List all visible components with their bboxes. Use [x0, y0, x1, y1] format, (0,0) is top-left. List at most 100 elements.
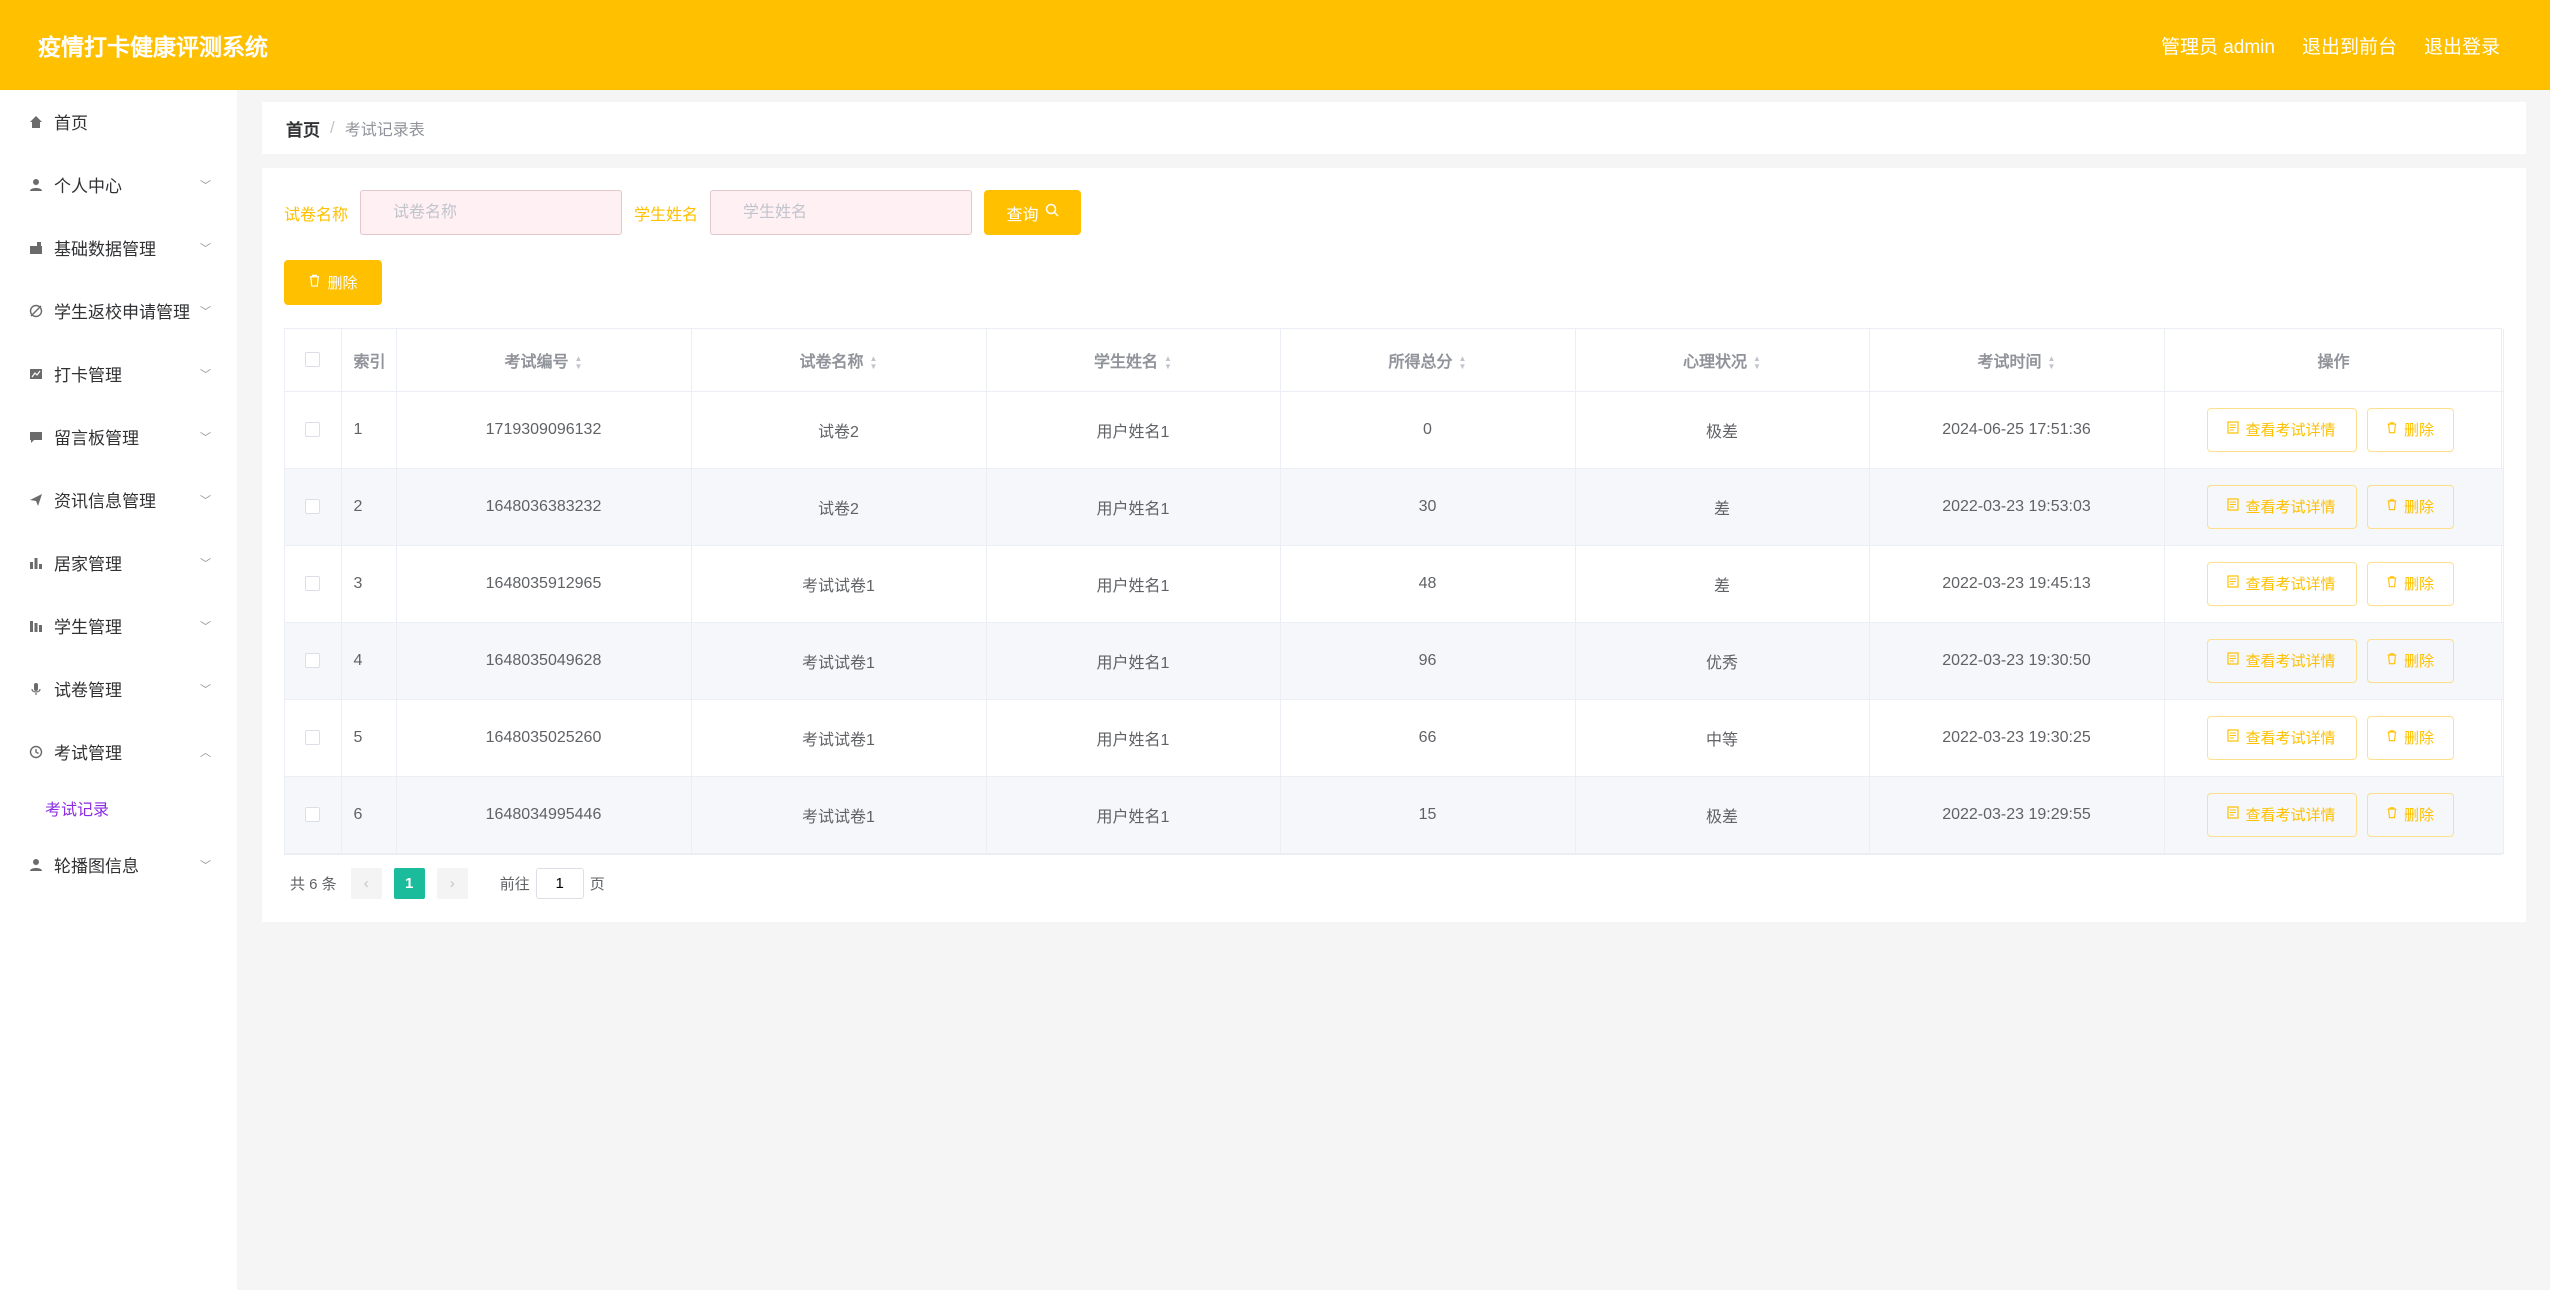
cell-paper-name: 考试试卷1 — [691, 622, 987, 700]
row-delete-button[interactable]: 删除 — [2366, 638, 2454, 683]
cell-exam-no: 1648035912965 — [396, 545, 692, 623]
sort-icon[interactable]: ▲ ▼ — [1753, 354, 1761, 371]
row-checkbox[interactable] — [305, 729, 321, 745]
chevron-down-icon: ﹀ — [200, 859, 211, 872]
view-label: 查看考试详情 — [2245, 576, 2336, 593]
sidebar-item-home[interactable]: 首页 — [0, 90, 237, 153]
sidebar-item-students[interactable]: 学生管理 ﹀ — [0, 594, 237, 657]
breadcrumb-home[interactable]: 首页 — [286, 116, 320, 141]
sidebar-item-home-quarantine[interactable]: 居家管理 ﹀ — [0, 531, 237, 594]
sort-icon[interactable]: ▲ ▼ — [2048, 354, 2056, 371]
sidebar-item-label: 个人中心 — [54, 177, 122, 196]
sort-icon[interactable]: ▲ ▼ — [1459, 354, 1467, 371]
chevron-down-icon: ﹀ — [200, 431, 211, 444]
paper-name-input[interactable] — [360, 190, 623, 235]
bar-chart-icon — [28, 555, 44, 571]
cell-exam-no: 1719309096132 — [396, 391, 692, 469]
sort-icon[interactable]: ▲ ▼ — [1164, 354, 1172, 371]
chevron-down-icon: ﹀ — [200, 620, 211, 633]
row-select-cell — [285, 699, 342, 777]
row-delete-button[interactable]: 删除 — [2366, 407, 2454, 452]
trash-icon — [308, 274, 321, 291]
cell-index: 5 — [341, 699, 397, 777]
header-score[interactable]: 所得总分 ▲ ▼ — [1280, 329, 1576, 392]
cell-index: 3 — [341, 545, 397, 623]
view-exam-detail-button[interactable]: 查看考试详情 — [2206, 561, 2357, 606]
header-exam-no[interactable]: 考试编号 ▲ ▼ — [396, 329, 692, 392]
next-page-button[interactable]: › — [436, 868, 468, 899]
sidebar-item-personal[interactable]: 个人中心 ﹀ — [0, 153, 237, 216]
sidebar-item-checkin[interactable]: 打卡管理 ﹀ — [0, 342, 237, 405]
cell-exam-no: 1648035025260 — [396, 699, 692, 777]
query-label: 查询 — [1006, 206, 1039, 224]
row-delete-button[interactable]: 删除 — [2366, 792, 2454, 837]
to-front-link[interactable]: 退出到前台 — [2302, 32, 2397, 59]
sidebar-item-papers[interactable]: 试卷管理 ﹀ — [0, 657, 237, 720]
sort-icon[interactable]: ▲ ▼ — [870, 354, 878, 371]
sidebar-item-label: 考试管理 — [54, 744, 122, 763]
table-row: 5 1648035025260 考试试卷1 用户姓名1 66 中等 2022-03-23 1… — [285, 699, 2504, 777]
view-label: 查看考试详情 — [2245, 653, 2336, 670]
clock-icon — [28, 744, 44, 760]
cell-student-name: 用户姓名1 — [986, 622, 1281, 700]
sort-icon[interactable]: ▲ ▼ — [575, 354, 583, 371]
view-exam-detail-button[interactable]: 查看考试详情 — [2206, 792, 2357, 837]
delete-label: 删除 — [2403, 807, 2434, 824]
document-icon — [2227, 652, 2240, 669]
cell-index: 1 — [341, 391, 397, 469]
goto-page-input[interactable] — [535, 868, 584, 899]
row-select-cell — [285, 622, 342, 700]
view-exam-detail-button[interactable]: 查看考试详情 — [2206, 407, 2357, 452]
view-exam-detail-button[interactable]: 查看考试详情 — [2206, 484, 2357, 529]
row-checkbox[interactable] — [305, 575, 321, 591]
cell-score: 30 — [1280, 468, 1576, 546]
header-ops: 操作 — [2164, 329, 2504, 392]
delete-label: 删除 — [2403, 422, 2434, 439]
query-button[interactable]: 查询 — [984, 190, 1082, 235]
header-paper-name[interactable]: 试卷名称 ▲ ▼ — [691, 329, 987, 392]
document-icon — [2227, 575, 2240, 592]
cell-score: 48 — [1280, 545, 1576, 623]
row-delete-button[interactable]: 删除 — [2366, 561, 2454, 606]
breadcrumb-current: 考试记录表 — [344, 122, 425, 139]
student-name-input[interactable] — [710, 190, 973, 235]
header-exam-time[interactable]: 考试时间 ▲ ▼ — [1869, 329, 2165, 392]
content-card: 试卷名称 学生姓名 查询 删除 索引 考试编号▲▼ 试卷名称▲▼ 学生姓名▲▼ — [262, 168, 2526, 922]
select-all-checkbox[interactable] — [305, 352, 321, 368]
prev-page-button[interactable]: ‹ — [350, 868, 382, 899]
page-number-current[interactable]: 1 — [393, 868, 425, 899]
view-label: 查看考试详情 — [2245, 499, 2336, 516]
row-checkbox[interactable] — [305, 498, 321, 514]
search-icon — [1045, 203, 1059, 222]
row-delete-button[interactable]: 删除 — [2366, 715, 2454, 760]
row-delete-button[interactable]: 删除 — [2366, 484, 2454, 529]
header-student-name[interactable]: 学生姓名 ▲ ▼ — [986, 329, 1281, 392]
view-exam-detail-button[interactable]: 查看考试详情 — [2206, 638, 2357, 683]
sidebar-item-basic-data[interactable]: 基础数据管理 ﹀ — [0, 216, 237, 279]
row-checkbox[interactable] — [305, 806, 321, 822]
trash-icon — [2386, 421, 2398, 438]
send-icon — [28, 492, 44, 508]
header-mental[interactable]: 心理状况 ▲ ▼ — [1575, 329, 1870, 392]
student-name-label: 学生姓名 — [634, 206, 699, 224]
view-label: 查看考试详情 — [2245, 807, 2336, 824]
sidebar-item-message-board[interactable]: 留言板管理 ﹀ — [0, 405, 237, 468]
batch-delete-button[interactable]: 删除 — [284, 260, 382, 305]
row-checkbox[interactable] — [305, 421, 321, 437]
sidebar-item-return-apply[interactable]: 学生返校申请管理 ﹀ — [0, 279, 237, 342]
mic-icon — [28, 681, 44, 697]
cell-mental: 差 — [1575, 468, 1870, 546]
cell-paper-name: 试卷2 — [691, 391, 987, 469]
trash-icon — [2386, 729, 2398, 746]
logout-link[interactable]: 退出登录 — [2424, 32, 2500, 59]
sidebar-item-news[interactable]: 资讯信息管理 ﹀ — [0, 468, 237, 531]
paper-name-label: 试卷名称 — [284, 206, 349, 224]
cell-paper-name: 考试试卷1 — [691, 776, 987, 854]
sidebar-item-exams[interactable]: 考试管理 ︿ — [0, 720, 237, 783]
view-exam-detail-button[interactable]: 查看考试详情 — [2206, 715, 2357, 760]
row-checkbox[interactable] — [305, 652, 321, 668]
sidebar-item-carousel[interactable]: 轮播图信息 ﹀ — [0, 833, 237, 896]
sidebar-subitem-exam-records[interactable]: 考试记录 — [0, 783, 237, 833]
document-icon — [2227, 806, 2240, 823]
select-all-cell — [285, 329, 342, 392]
